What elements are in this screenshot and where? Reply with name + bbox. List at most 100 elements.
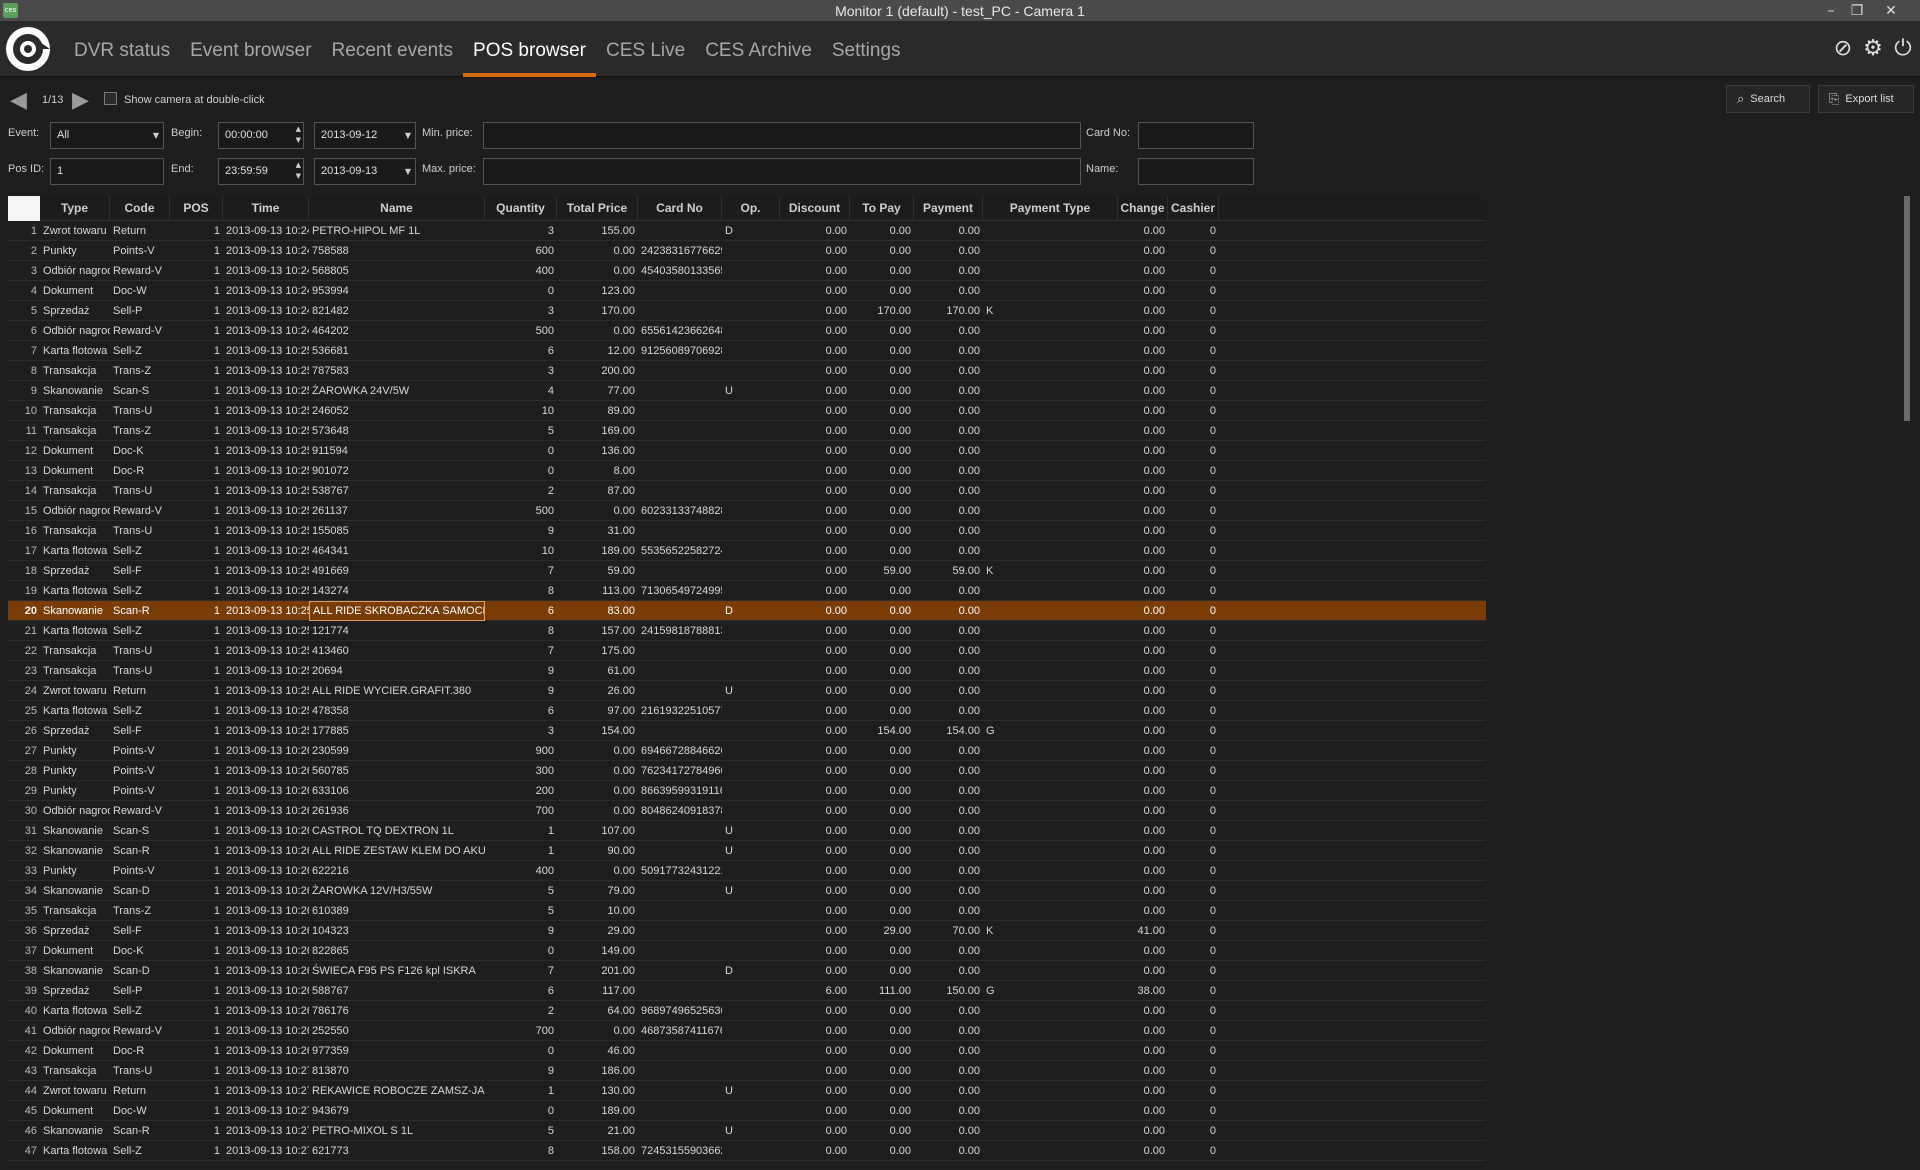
- table-row[interactable]: 17 Karta flotowa Sell-Z 1 2013-09-13 10:25:3…: [8, 541, 1486, 561]
- table-row[interactable]: 44 Zwrot towaru Return 1 2013-09-13 10:27:02…: [8, 1081, 1486, 1101]
- quantity-header[interactable]: Quantity: [485, 196, 557, 221]
- table-row[interactable]: 38 Skanowanie Scan-D 1 2013-09-13 10:26:44ŚW…: [8, 961, 1486, 981]
- vertical-scrollbar[interactable]: [1902, 196, 1912, 1166]
- table-row[interactable]: 11TransakcjaTrans-Z12013-09-13 10:25:165…: [8, 421, 1486, 441]
- table-cell: 2013-09-13 10:25:27: [226, 505, 309, 517]
- table-row[interactable]: 27 Punkty Points-V 1 2013-09-13 10:26:002305…: [8, 741, 1486, 761]
- table-row[interactable]: 26 Sprzedaż Sell-F 1 2013-09-13 10:25:531778…: [8, 721, 1486, 741]
- table-cell: 5091773243122181: [641, 865, 722, 877]
- name-input[interactable]: [1138, 158, 1254, 185]
- end-date-select[interactable]: 2013-09-13 ▼: [314, 158, 416, 185]
- table-row[interactable]: 16 Transakcja Trans-U 1 2013-09-13 10:25:301…: [8, 521, 1486, 541]
- card-no-input[interactable]: [1138, 122, 1254, 149]
- payment-header[interactable]: Payment: [914, 196, 983, 221]
- next-page-icon[interactable]: ▶: [72, 88, 89, 113]
- table-row[interactable]: 40 Karta flotowa Sell-Z 1 2013-09-13 10:26:4…: [8, 1001, 1486, 1021]
- table-row[interactable]: 43 Transakcja Trans-U 1 2013-09-13 10:27:018…: [8, 1061, 1486, 1081]
- table-row[interactable]: 41 Odbiór nagrodyReward-V 1 2013-09-13 10:2…: [8, 1021, 1486, 1041]
- select-all-corner[interactable]: [8, 196, 40, 221]
- payment-type-header[interactable]: Payment Type: [983, 196, 1118, 221]
- table-row[interactable]: 24 Zwrot towaru Return 1 2013-09-13 10:25:46…: [8, 681, 1486, 701]
- table-row[interactable]: 7 Karta flotowa Sell-Z 1 2013-09-13 10:25:09…: [8, 341, 1486, 361]
- table-row[interactable]: 14 Transakcja Trans-U 1 2013-09-13 10:25:255…: [8, 481, 1486, 501]
- type-header[interactable]: Type: [40, 196, 110, 221]
- tab-event-browser[interactable]: Event browser: [180, 22, 321, 77]
- table-row[interactable]: 37 Dokument Doc-K 1 2013-09-13 10:26:4182286…: [8, 941, 1486, 961]
- prev-page-icon[interactable]: ◀: [10, 88, 27, 113]
- begin-time-input[interactable]: 00:00:00 ▲ ▼: [218, 122, 304, 149]
- discount-header[interactable]: Discount: [780, 196, 850, 221]
- table-row[interactable]: 47 Karta flotowa Sell-Z 1 2013-09-13 10:27:1…: [8, 1141, 1486, 1161]
- tab-dvr-status[interactable]: DVR status: [64, 22, 180, 77]
- table-row[interactable]: 19 Karta flotowa Sell-Z 1 2013-09-13 10:25:3…: [8, 581, 1486, 601]
- table-row[interactable]: 39 Sprzedaż Sell-P 1 2013-09-13 10:26:455887…: [8, 981, 1486, 1001]
- table-row[interactable]: 6 Odbiór nagrodyReward-V 1 2013-09-13 10:24…: [8, 321, 1486, 341]
- table-row[interactable]: 46 Skanowanie Scan-R 1 2013-09-13 10:27:11PE…: [8, 1121, 1486, 1141]
- gear-icon[interactable]: ⚙: [1860, 36, 1886, 62]
- table-row[interactable]: 33 Punkty Points-V 1 2013-09-13 10:26:126222…: [8, 861, 1486, 881]
- table-cell: 30: [24, 805, 37, 817]
- table-row[interactable]: 42 Dokument Doc-R 1 2013-09-13 10:26:4997735…: [8, 1041, 1486, 1061]
- table-row[interactable]: 9 Skanowanie Scan-S 1 2013-09-13 10:25:13ŻAR…: [8, 381, 1486, 401]
- tab-pos-browser[interactable]: POS browser: [463, 22, 596, 77]
- table-cell: 0.00: [958, 325, 980, 337]
- minimize-icon[interactable]: –: [1818, 1, 1844, 21]
- change-header[interactable]: Change: [1118, 196, 1168, 221]
- code-header[interactable]: Code: [110, 196, 170, 221]
- spinner-icon[interactable]: ▲ ▼: [296, 124, 301, 146]
- pos-header[interactable]: POS: [170, 196, 223, 221]
- table-row[interactable]: 28 Punkty Points-V 1 2013-09-13 10:26:025607…: [8, 761, 1486, 781]
- table-cell: 1: [213, 285, 220, 297]
- pin-icon[interactable]: ⊘: [1830, 36, 1856, 62]
- table-row[interactable]: 5 Sprzedaż Sell-P 1 2013-09-13 10:24:0682148…: [8, 301, 1486, 321]
- tab-ces-archive[interactable]: CES Archive: [695, 22, 822, 77]
- export-list-button[interactable]: ⎘ Export list: [1818, 85, 1914, 113]
- table-row[interactable]: 22 Transakcja Trans-U 1 2013-09-13 10:25:394…: [8, 641, 1486, 661]
- op-header[interactable]: Op.: [722, 196, 780, 221]
- tab-settings[interactable]: Settings: [822, 22, 911, 77]
- tab-ces-live[interactable]: CES Live: [596, 22, 695, 77]
- table-row[interactable]: 35 Transakcja Trans-Z 1 2013-09-13 10:26:326…: [8, 901, 1486, 921]
- scrollbar-thumb[interactable]: [1904, 196, 1910, 421]
- restore-icon[interactable]: ❐: [1844, 1, 1870, 21]
- table-row[interactable]: 12 Dokument Doc-K 1 2013-09-13 10:25:1791159…: [8, 441, 1486, 461]
- min-price-input[interactable]: [483, 122, 1081, 149]
- table-row[interactable]: 1 Zwrot towaru Return 1 2013-09-13 10:24:02P…: [8, 221, 1486, 241]
- table-row[interactable]: 23 Transakcja Trans-U 1 2013-09-13 10:25:412…: [8, 661, 1486, 681]
- table-row[interactable]: 30 Odbiór nagrodyReward-V 1 2013-09-13 10:2…: [8, 801, 1486, 821]
- search-button[interactable]: ⌕ Search: [1726, 85, 1810, 113]
- table-row[interactable]: 45 Dokument Doc-W 1 2013-09-13 10:27:0494367…: [8, 1101, 1486, 1121]
- max-price-input[interactable]: [483, 158, 1081, 185]
- table-row[interactable]: 32 Skanowanie Scan-R 1 2013-09-13 10:26:08AL…: [8, 841, 1486, 861]
- logout-icon[interactable]: ⏻: [1890, 36, 1916, 62]
- total-price-header[interactable]: Total Price: [557, 196, 638, 221]
- table-row[interactable]: 36 Sprzedaż Sell-F 1 2013-09-13 10:26:381043…: [8, 921, 1486, 941]
- table-row[interactable]: 15 Odbiór nagrodyReward-V 1 2013-09-13 10:2…: [8, 501, 1486, 521]
- table-row[interactable]: 18 Sprzedaż Sell-F 1 2013-09-13 10:25:324916…: [8, 561, 1486, 581]
- close-icon[interactable]: ✕: [1878, 1, 1904, 21]
- cashier-header[interactable]: Cashier: [1168, 196, 1219, 221]
- end-time-input[interactable]: 23:59:59 ▲ ▼: [218, 158, 304, 185]
- table-row[interactable]: 34 Skanowanie Scan-D 1 2013-09-13 10:26:28ŻA…: [8, 881, 1486, 901]
- table-row[interactable]: 8 Transakcja Trans-Z 1 2013-09-13 10:25:1278…: [8, 361, 1486, 381]
- table-row[interactable]: 13 Dokument Doc-R 1 2013-09-13 10:25:1990107…: [8, 461, 1486, 481]
- pos-id-input[interactable]: 1: [50, 158, 164, 185]
- time-header[interactable]: Time: [223, 196, 309, 221]
- table-row[interactable]: 3 Odbiór nagrodyReward-V 1 2013-09-13 10:24…: [8, 261, 1486, 281]
- tab-recent-events[interactable]: Recent events: [322, 22, 463, 77]
- spinner-icon[interactable]: ▲ ▼: [296, 160, 301, 182]
- table-row[interactable]: 29 Punkty Points-V 1 2013-09-13 10:26:036331…: [8, 781, 1486, 801]
- name-header[interactable]: Name: [309, 196, 485, 221]
- table-row[interactable]: 2 Punkty Points-V 1 2013-09-13 10:24:0475858…: [8, 241, 1486, 261]
- card-no-header[interactable]: Card No: [638, 196, 722, 221]
- show-camera-checkbox[interactable]: [104, 92, 117, 105]
- begin-date-select[interactable]: 2013-09-12 ▼: [314, 122, 416, 149]
- table-row[interactable]: 21 Karta flotowa Sell-Z 1 2013-09-13 10:25:3…: [8, 621, 1486, 641]
- table-row[interactable]: 25 Karta flotowa Sell-Z 1 2013-09-13 10:25:5…: [8, 701, 1486, 721]
- to-pay-header[interactable]: To Pay: [850, 196, 914, 221]
- table-row[interactable]: 4 Dokument Doc-W 1 2013-09-13 10:24:06953994…: [8, 281, 1486, 301]
- table-row[interactable]: 31 Skanowanie Scan-S 1 2013-09-13 10:26:06CA…: [8, 821, 1486, 841]
- event-select[interactable]: All ▼: [50, 122, 164, 149]
- table-row[interactable]: 10 Transakcja Trans-U 1 2013-09-13 10:25:142…: [8, 401, 1486, 421]
- table-row[interactable]: 20 Skanowanie Scan-R 1 2013-09-13 10:25:36AL…: [8, 601, 1486, 621]
